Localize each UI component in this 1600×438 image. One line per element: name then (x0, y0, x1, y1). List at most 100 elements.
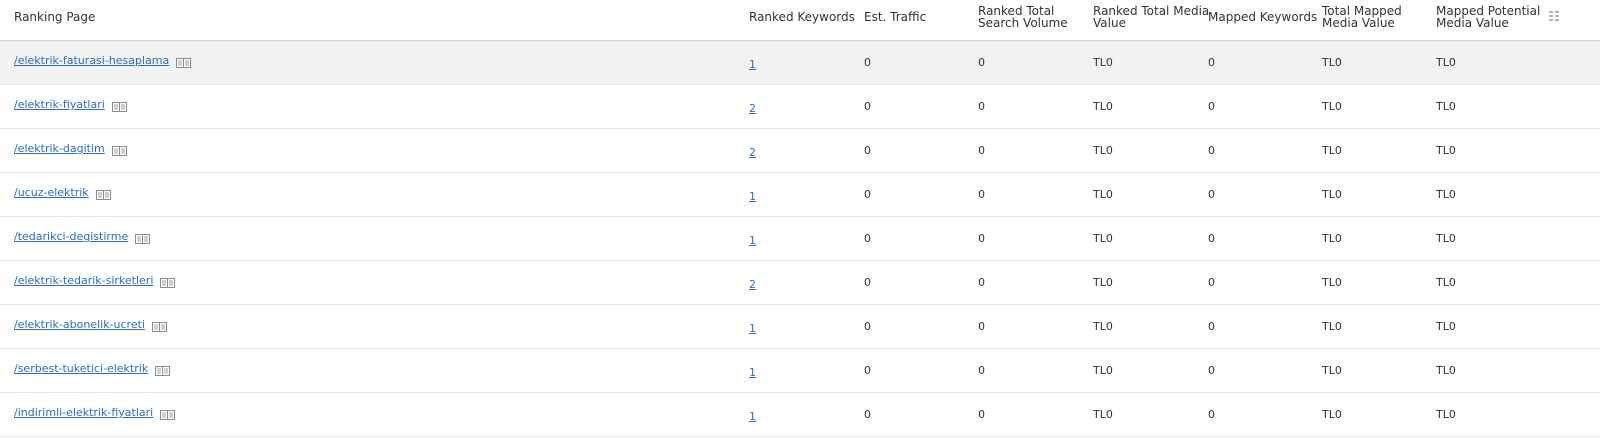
book-icon[interactable] (160, 277, 176, 288)
book-icon[interactable] (151, 321, 167, 332)
ranking-page-link[interactable]: /elektrik-abonelik-ucreti (14, 318, 145, 331)
mapped-potential-media-value-cell: TL0 (1436, 408, 1456, 421)
mapped-potential-media-value-cell: TL0 (1436, 320, 1456, 333)
table-row: /indirimli-elektrik-fiyatlari 1 0 0 TL0 … (0, 393, 1600, 437)
search-volume-cell: 0 (978, 408, 985, 421)
mapped-keywords-cell: 0 (1208, 320, 1215, 333)
ranked-keywords-cell: 1 (749, 395, 756, 438)
mapped-keywords-cell: 0 (1208, 56, 1215, 69)
mapped-keywords-cell: 0 (1208, 232, 1215, 245)
est-traffic-cell: 0 (864, 320, 871, 333)
mapped-keywords-cell: 0 (1208, 188, 1215, 201)
ranked-keywords-link[interactable]: 1 (749, 234, 756, 247)
ranked-keywords-cell: 1 (749, 219, 756, 262)
ranked-media-value-cell: TL0 (1093, 320, 1113, 333)
ranked-media-value-cell: TL0 (1093, 188, 1113, 201)
header-mapped-keywords[interactable]: Mapped Keywords (1208, 2, 1317, 32)
ranked-keywords-cell: 2 (749, 131, 756, 174)
table-row: /ucuz-elektrik 1 0 0 TL0 0 TL0 TL0 (0, 173, 1600, 217)
header-mapped-potential-media-value[interactable]: Mapped Potential Media Value (1436, 2, 1540, 32)
est-traffic-cell: 0 (864, 144, 871, 157)
est-traffic-cell: 0 (864, 232, 871, 245)
ranked-media-value-cell: TL0 (1093, 364, 1113, 377)
est-traffic-cell: 0 (864, 188, 871, 201)
ranked-keywords-cell: 2 (749, 87, 756, 130)
header-ranked-total-media-value[interactable]: Ranked Total Media Value (1093, 2, 1209, 32)
ranking-page-link[interactable]: /elektrik-faturasi-hesaplama (14, 54, 169, 67)
total-mapped-media-value-cell: TL0 (1322, 320, 1342, 333)
ranked-keywords-cell: 1 (749, 175, 756, 218)
ranked-media-value-cell: TL0 (1093, 100, 1113, 113)
ranked-media-value-cell: TL0 (1093, 232, 1113, 245)
mapped-keywords-cell: 0 (1208, 364, 1215, 377)
ranked-keywords-cell: 1 (749, 307, 756, 350)
ranked-keywords-cell: 1 (749, 43, 756, 86)
search-volume-cell: 0 (978, 100, 985, 113)
mapped-potential-media-value-cell: TL0 (1436, 56, 1456, 69)
book-icon[interactable] (160, 409, 176, 420)
ranked-keywords-link[interactable]: 2 (749, 102, 756, 115)
ranked-keywords-link[interactable]: 1 (749, 366, 756, 379)
ranking-page-link[interactable]: /indirimli-elektrik-fiyatlari (14, 406, 153, 419)
search-volume-cell: 0 (978, 144, 985, 157)
mapped-keywords-cell: 0 (1208, 144, 1215, 157)
search-volume-cell: 0 (978, 320, 985, 333)
table-header: Ranking Page Ranked Keywords Est. Traffi… (0, 0, 1600, 41)
ranking-page-link[interactable]: /serbest-tuketici-elektrik (14, 362, 148, 375)
table-body: /elektrik-faturasi-hesaplama 1 0 0 TL0 0… (0, 41, 1600, 437)
ranking-pages-table: Ranking Page Ranked Keywords Est. Traffi… (0, 0, 1600, 437)
book-icon[interactable] (111, 145, 127, 156)
ranking-page-cell: /elektrik-abonelik-ucreti (14, 303, 167, 346)
ranking-page-link[interactable]: /ucuz-elektrik (14, 186, 89, 199)
ranked-media-value-cell: TL0 (1093, 276, 1113, 289)
ranking-page-link[interactable]: /elektrik-dagitim (14, 142, 105, 155)
table-row: /tedarikci-degistirme 1 0 0 TL0 0 TL0 TL… (0, 217, 1600, 261)
est-traffic-cell: 0 (864, 408, 871, 421)
table-row: /serbest-tuketici-elektrik 1 0 0 TL0 0 T… (0, 349, 1600, 393)
search-volume-cell: 0 (978, 276, 985, 289)
ranking-page-cell: /ucuz-elektrik (14, 171, 111, 214)
total-mapped-media-value-cell: TL0 (1322, 100, 1342, 113)
ranked-keywords-link[interactable]: 1 (749, 410, 756, 423)
ranked-media-value-cell: TL0 (1093, 144, 1113, 157)
est-traffic-cell: 0 (864, 276, 871, 289)
table-row: /elektrik-dagitim 2 0 0 TL0 0 TL0 TL0 (0, 129, 1600, 173)
ranking-page-cell: /tedarikci-degistirme (14, 215, 151, 258)
ranked-keywords-link[interactable]: 1 (749, 322, 756, 335)
book-icon[interactable] (95, 189, 111, 200)
ranking-page-cell: /elektrik-faturasi-hesaplama (14, 39, 192, 82)
mapped-potential-media-value-cell: TL0 (1436, 100, 1456, 113)
est-traffic-cell: 0 (864, 100, 871, 113)
ranking-page-link[interactable]: /tedarikci-degistirme (14, 230, 128, 243)
mapped-keywords-cell: 0 (1208, 100, 1215, 113)
search-volume-cell: 0 (978, 232, 985, 245)
header-ranked-total-search-volume[interactable]: Ranked Total Search Volume (978, 2, 1068, 32)
est-traffic-cell: 0 (864, 56, 871, 69)
search-volume-cell: 0 (978, 364, 985, 377)
mapped-potential-media-value-cell: TL0 (1436, 276, 1456, 289)
header-ranking-page[interactable]: Ranking Page (14, 2, 95, 32)
book-icon[interactable] (176, 57, 192, 68)
table-row: /elektrik-faturasi-hesaplama 1 0 0 TL0 0… (0, 41, 1600, 85)
total-mapped-media-value-cell: TL0 (1322, 364, 1342, 377)
header-est-traffic[interactable]: Est. Traffic (864, 2, 926, 32)
columns-settings-icon[interactable] (1548, 10, 1560, 22)
ranked-keywords-link[interactable]: 2 (749, 278, 756, 291)
book-icon[interactable] (111, 101, 127, 112)
total-mapped-media-value-cell: TL0 (1322, 408, 1342, 421)
ranked-keywords-link[interactable]: 1 (749, 58, 756, 71)
ranking-page-cell: /serbest-tuketici-elektrik (14, 347, 171, 390)
ranking-page-link[interactable]: /elektrik-fiyatlari (14, 98, 105, 111)
book-icon[interactable] (155, 365, 171, 376)
search-volume-cell: 0 (978, 56, 985, 69)
ranked-keywords-link[interactable]: 2 (749, 146, 756, 159)
ranking-page-cell: /elektrik-dagitim (14, 127, 127, 170)
ranked-keywords-cell: 1 (749, 351, 756, 394)
ranked-keywords-link[interactable]: 1 (749, 190, 756, 203)
mapped-potential-media-value-cell: TL0 (1436, 232, 1456, 245)
est-traffic-cell: 0 (864, 364, 871, 377)
book-icon[interactable] (135, 233, 151, 244)
ranking-page-link[interactable]: /elektrik-tedarik-sirketleri (14, 274, 153, 287)
header-ranked-keywords[interactable]: Ranked Keywords (749, 2, 855, 32)
header-total-mapped-media-value[interactable]: Total Mapped Media Value (1322, 2, 1402, 32)
